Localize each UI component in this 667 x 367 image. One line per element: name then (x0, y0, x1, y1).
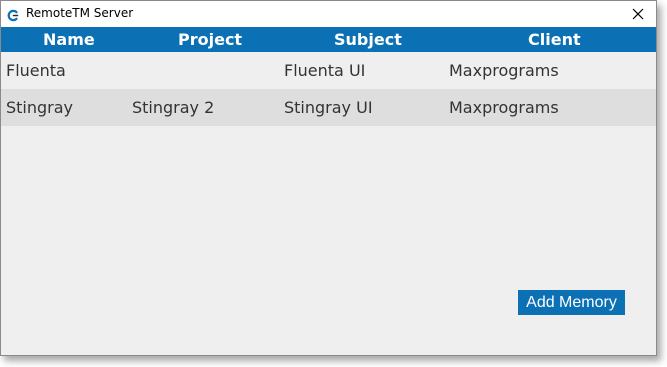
close-icon (632, 5, 644, 24)
add-memory-button[interactable]: Add Memory (518, 290, 625, 315)
table-row[interactable]: Stingray Stingray 2 Stingray UI Maxprogr… (1, 89, 656, 126)
cell-client: Maxprograms (449, 98, 559, 117)
cell-client: Maxprograms (449, 61, 559, 80)
close-button[interactable] (620, 1, 656, 27)
title-bar[interactable]: RemoteTM Server (1, 1, 656, 27)
column-header-client[interactable]: Client (528, 27, 581, 52)
table-header: Name Project Subject Client (1, 27, 656, 52)
column-header-name[interactable]: Name (43, 27, 95, 52)
remotetm-logo-icon (7, 7, 19, 22)
cell-name: Stingray (6, 98, 74, 117)
cell-name: Fluenta (6, 61, 66, 80)
window-title: RemoteTM Server (26, 6, 134, 20)
app-window: RemoteTM Server Name Project Subject Cli… (0, 0, 657, 356)
cell-subject: Fluenta UI (284, 61, 366, 80)
table-row[interactable]: Fluenta Fluenta UI Maxprograms (1, 52, 656, 89)
column-header-project[interactable]: Project (178, 27, 242, 52)
cell-subject: Stingray UI (284, 98, 373, 117)
cell-project: Stingray 2 (132, 98, 215, 117)
column-header-subject[interactable]: Subject (334, 27, 402, 52)
